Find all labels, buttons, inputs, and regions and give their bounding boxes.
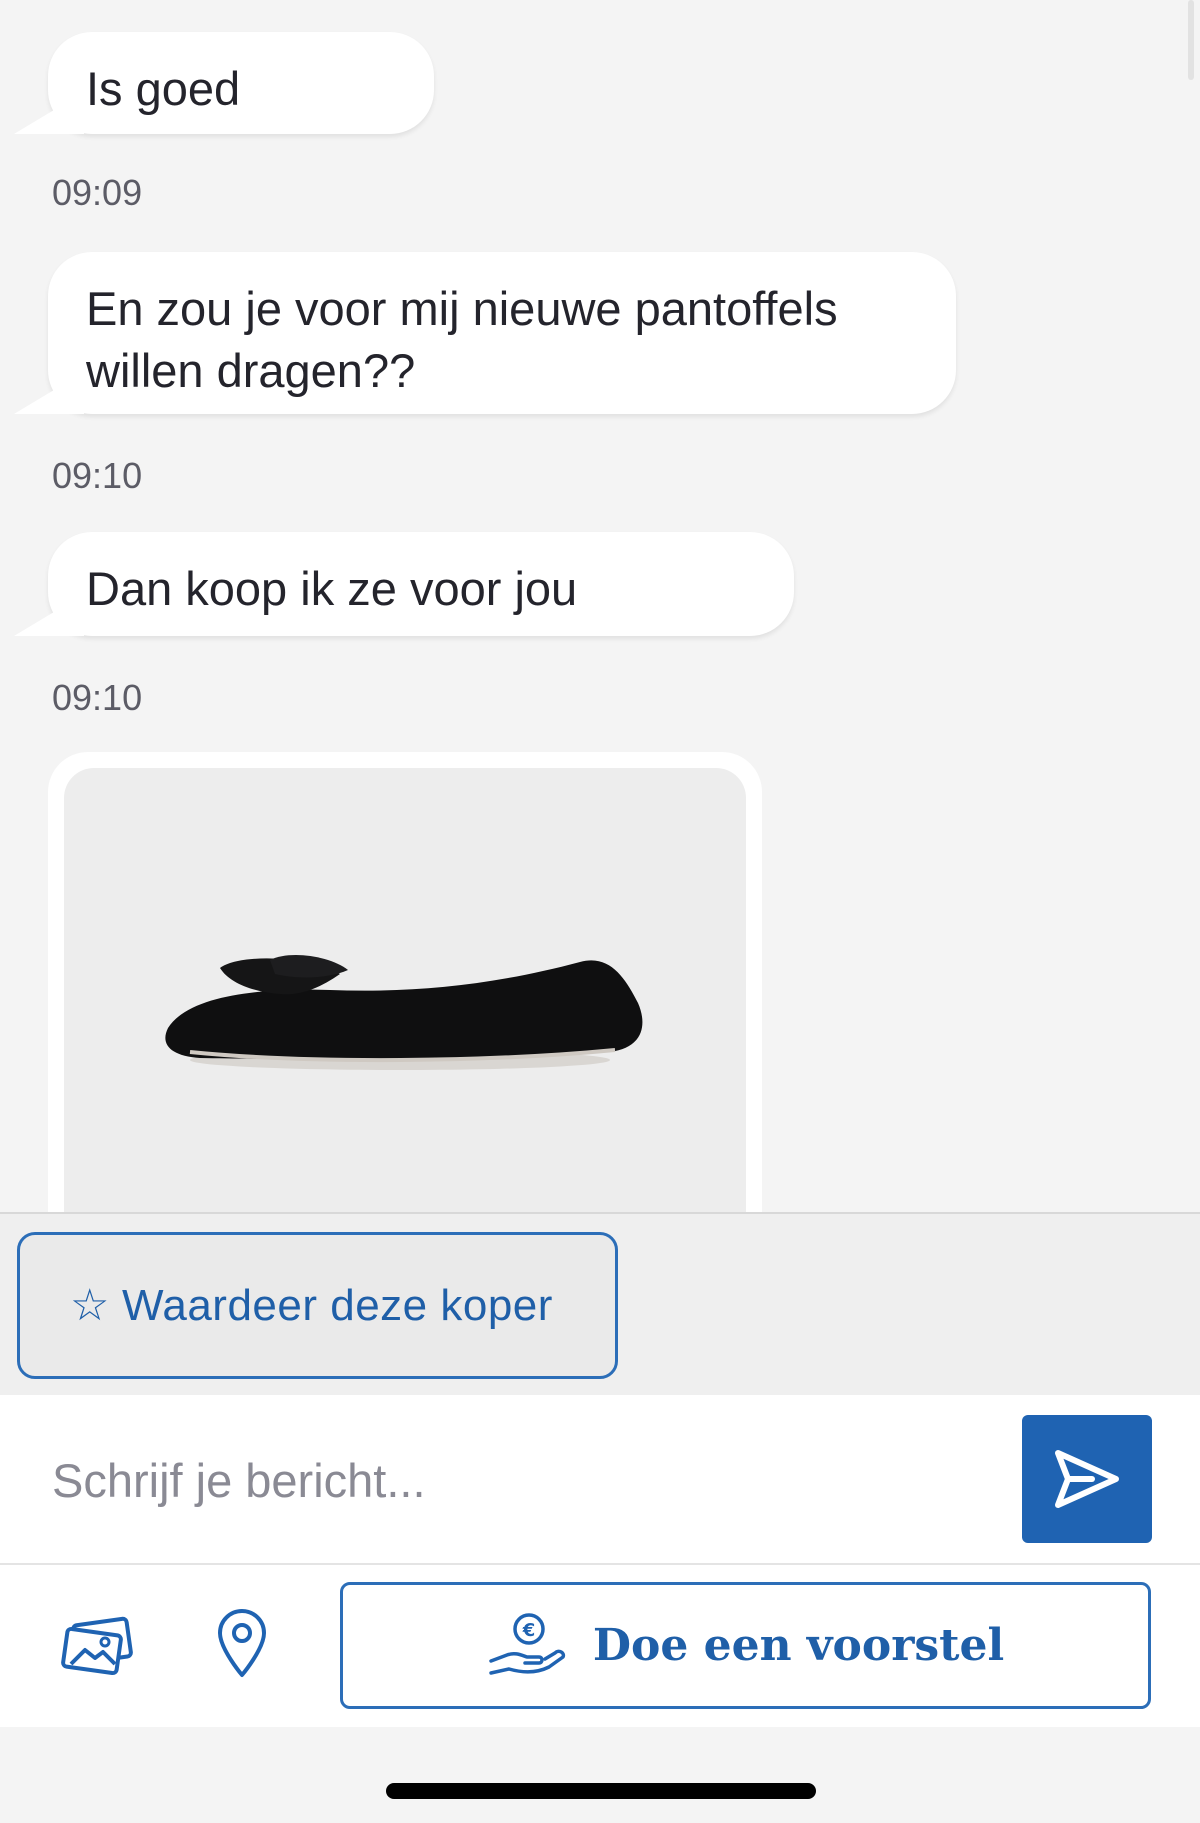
bottom-toolbar: € Doe een voorstel — [0, 1565, 1200, 1727]
home-indicator[interactable] — [386, 1783, 816, 1799]
message-timestamp: 09:10 — [52, 455, 143, 496]
send-icon — [1055, 1450, 1119, 1508]
photo-gallery-button[interactable] — [52, 1601, 142, 1691]
message-timestamp: 09:09 — [52, 172, 143, 213]
photo-gallery-icon — [61, 1616, 133, 1676]
slipper-image — [165, 955, 643, 1070]
chat-thread[interactable]: Is goed 09:09 En zou je voor mij nieuwe … — [0, 0, 1200, 1212]
scrollbar[interactable] — [1188, 0, 1194, 80]
message-timestamp: 09:10 — [52, 677, 143, 718]
make-offer-label: Doe een voorstel — [592, 1620, 1005, 1671]
action-bar: ☆ Waardeer deze koper — [0, 1212, 1200, 1395]
location-button[interactable] — [197, 1599, 287, 1689]
send-button[interactable] — [1022, 1415, 1152, 1543]
home-area — [0, 1727, 1200, 1823]
svg-text:€: € — [522, 1620, 536, 1641]
location-pin-icon — [218, 1609, 266, 1677]
make-offer-button[interactable]: € Doe een voorstel — [340, 1582, 1151, 1709]
image-message[interactable] — [48, 752, 762, 1212]
message-text: En zou je voor mij nieuwe pantoffels wil… — [86, 282, 838, 397]
message-bubble: En zou je voor mij nieuwe pantoffels wil… — [48, 252, 956, 414]
message-bubble: Is goed — [48, 32, 434, 134]
message-composer — [0, 1395, 1200, 1565]
rate-buyer-button[interactable]: ☆ Waardeer deze koper — [17, 1232, 618, 1379]
rate-buyer-label: Waardeer deze koper — [121, 1280, 553, 1330]
message-text: Is goed — [86, 62, 241, 115]
message-bubble: Dan koop ik ze voor jou — [48, 532, 794, 636]
message-input[interactable] — [52, 1435, 972, 1525]
message-text: Dan koop ik ze voor jou — [86, 562, 578, 615]
hand-euro-icon: € — [487, 1611, 567, 1681]
slipper-photo[interactable] — [64, 768, 746, 1212]
star-outline-icon: ☆ — [70, 1280, 110, 1330]
